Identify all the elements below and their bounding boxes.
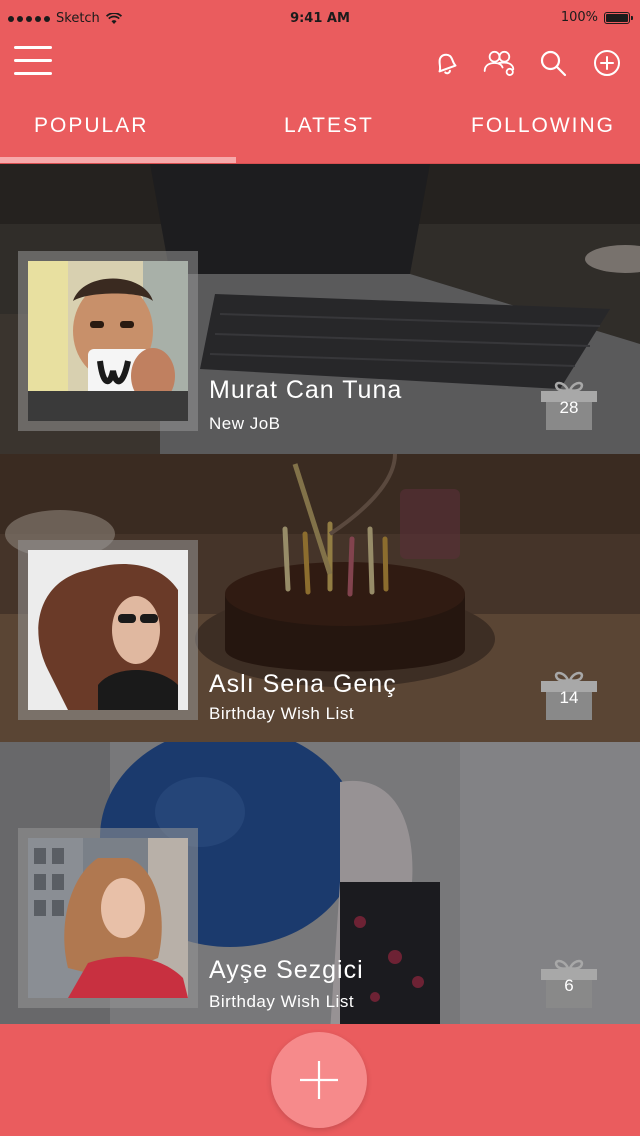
menu-button[interactable]	[14, 46, 52, 78]
people-button[interactable]	[482, 46, 516, 80]
list-title: New JoB	[209, 414, 281, 433]
user-name: Murat Can Tuna	[209, 376, 403, 404]
user-name: Ayşe Sezgici	[209, 956, 364, 984]
gift-count-button[interactable]: 14	[541, 666, 597, 722]
create-list-button[interactable]	[271, 1032, 367, 1128]
tab-following[interactable]: FOLLOWING	[471, 114, 615, 138]
gift-count-button[interactable]: 28	[541, 376, 597, 432]
bottom-bar	[0, 1024, 640, 1136]
gift-count-button[interactable]: 6	[541, 954, 597, 1010]
user-name: Aslı Sena Genç	[209, 670, 397, 698]
add-button[interactable]	[590, 46, 624, 80]
gift-count: 28	[559, 398, 579, 417]
feed-list: Murat Can Tuna New JoB 28 Aslı Sena Genç…	[0, 164, 640, 1024]
avatar	[28, 838, 188, 998]
avatar	[28, 261, 188, 421]
nav-actions	[428, 46, 624, 80]
avatar-frame	[18, 828, 198, 1008]
battery-percent: 100%	[560, 10, 598, 25]
search-button[interactable]	[536, 46, 570, 80]
avatar-frame	[18, 251, 198, 431]
plus-icon	[300, 1061, 338, 1099]
top-nav-bar	[0, 40, 640, 90]
search-icon	[540, 50, 567, 77]
battery-info: 100%	[560, 10, 633, 25]
bell-icon	[438, 53, 457, 75]
tab-bar: POPULAR LATEST FOLLOWING	[0, 96, 640, 164]
avatar-frame	[18, 540, 198, 720]
people-icon	[483, 50, 515, 76]
tab-popular[interactable]: POPULAR	[34, 114, 148, 138]
battery-icon	[604, 11, 633, 24]
list-title: Birthday Wish List	[209, 992, 355, 1011]
status-bar: Sketch 9:41 AM 100%	[0, 0, 640, 40]
active-tab-indicator	[0, 157, 236, 163]
gift-count: 6	[564, 976, 574, 995]
tab-latest[interactable]: LATEST	[284, 114, 374, 138]
feed-card[interactable]: Murat Can Tuna New JoB 28	[0, 164, 640, 454]
add-circle-icon	[594, 50, 620, 76]
feed-card[interactable]: Ayşe Sezgici Birthday Wish List 6	[0, 742, 640, 1024]
clock: 9:41 AM	[290, 11, 350, 26]
avatar	[28, 550, 188, 710]
notifications-button[interactable]	[428, 46, 462, 80]
menu-icon	[14, 46, 52, 49]
gift-count: 14	[559, 688, 579, 707]
list-title: Birthday Wish List	[209, 704, 355, 723]
feed-card[interactable]: Aslı Sena Genç Birthday Wish List 14	[0, 454, 640, 744]
